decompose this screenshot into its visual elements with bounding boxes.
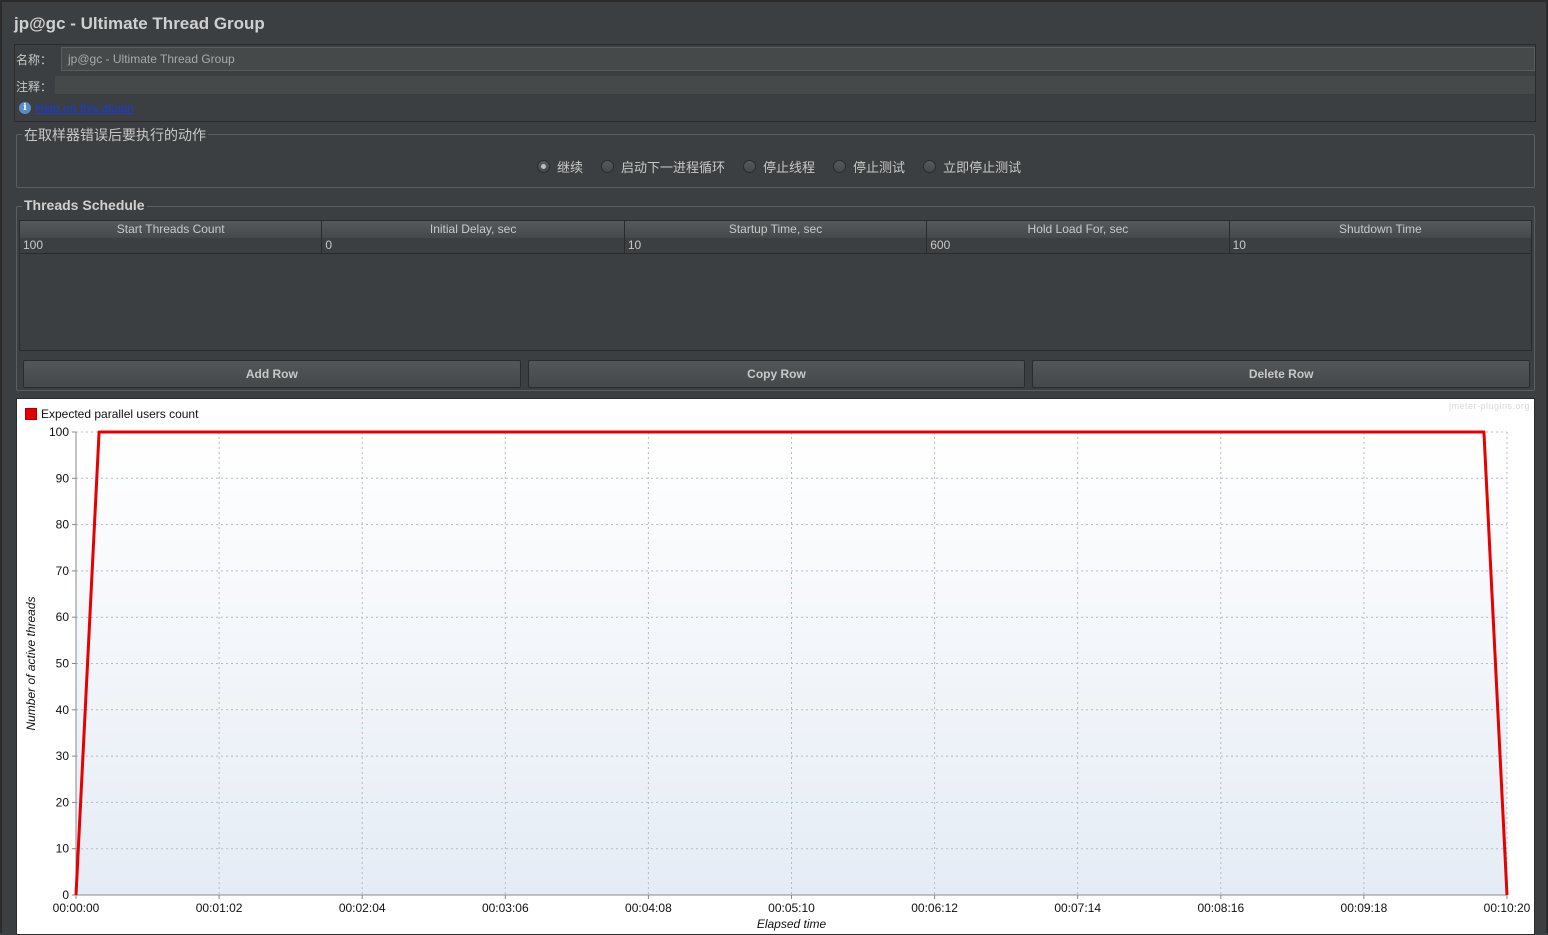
y-tick-label: 90 [56,471,70,485]
name-field[interactable]: jp@gc - Ultimate Thread Group [61,47,1535,71]
y-tick-label: 10 [56,842,70,856]
x-tick-label: 00:00:00 [53,901,100,915]
table-cell[interactable]: 10 [625,238,928,253]
y-tick-label: 60 [56,610,70,624]
radio-stop-test[interactable]: 停止测试 [833,157,905,176]
x-tick-label: 00:02:04 [339,901,386,915]
radio-label: 启动下一进程循环 [621,161,726,176]
radio-continue[interactable]: 继续 [537,157,583,176]
radio-button[interactable] [923,160,937,173]
info-icon: i [19,102,31,114]
legend-swatch [25,408,37,420]
help-link[interactable]: Help on this plugin [35,101,134,115]
x-tick-label: 00:10:20 [1484,901,1531,915]
comment-field[interactable] [55,76,1535,94]
page-title: jp@gc - Ultimate Thread Group [14,14,265,33]
threads-chart: 0 10 20 30 40 50 60 70 80 90 100 00:00:00 00:01:02 00… [16,398,1535,935]
y-tick-label: 20 [56,795,70,809]
x-tick-label: 00:01:02 [196,901,243,915]
table-cell[interactable]: 100 [20,238,323,253]
y-tick-label: 70 [56,564,70,578]
table-cell[interactable]: 10 [1230,238,1531,253]
comment-label: 注释： [16,80,53,94]
y-tick-label: 0 [62,888,69,902]
radio-stop-test-now[interactable]: 立即停止测试 [923,157,1021,176]
table-header: Start Threads Count Initial Delay, sec S… [20,221,1531,238]
y-axis-label: Number of active threads [24,596,38,730]
column-header[interactable]: Start Threads Count [20,221,323,238]
y-tick-label: 30 [56,749,70,763]
schedule-table: Start Threads Count Initial Delay, sec S… [19,220,1532,351]
x-tick-label: 00:04:08 [625,901,672,915]
y-tick-label: 40 [56,703,70,717]
radio-start-next-loop[interactable]: 启动下一进程循环 [601,157,725,176]
watermark: jmeter-plugins.org [1448,401,1530,411]
radio-button-selected[interactable] [537,160,550,173]
threads-schedule-group: Threads Schedule Start Threads Count Ini… [16,197,1535,391]
radio-stop-thread[interactable]: 停止线程 [743,157,815,176]
x-tick-label: 00:06:12 [911,901,958,915]
window-frame: jp@gc - Ultimate Thread Group 名称： jp@gc … [0,0,1548,935]
radio-label: 立即停止测试 [943,161,1022,176]
radio-label: 停止测试 [853,161,906,176]
table-row[interactable]: 100 0 10 600 10 [20,238,1531,254]
chart-legend: Expected parallel users count [25,407,198,421]
table-cell[interactable]: 600 [927,238,1230,253]
column-header[interactable]: Hold Load For, sec [927,221,1230,238]
y-tick-label: 80 [56,518,70,532]
legend-label: Expected parallel users count [41,407,199,421]
column-header[interactable]: Startup Time, sec [625,221,928,238]
y-tick-label: 100 [49,425,69,439]
error-action-radios: 继续 启动下一进程循环 停止线程 停止测试 立即停止测试 [537,157,1021,176]
radio-label: 继续 [557,161,584,176]
add-row-button[interactable]: Add Row [23,360,521,388]
column-header[interactable]: Shutdown Time [1230,221,1531,238]
x-tick-label: 00:05:10 [768,901,815,915]
sampler-error-action-group: 在取样器错误后要执行的动作 继续 启动下一进程循环 停止线程 停止测试 立即停止… [16,125,1535,188]
radio-button[interactable] [601,160,615,173]
x-tick-label: 00:03:06 [482,901,529,915]
x-tick-label: 00:08:16 [1197,901,1244,915]
table-cell[interactable]: 0 [322,238,625,253]
help-row: i Help on this plugin [19,101,134,115]
table-buttons: Add Row Copy Row Delete Row [23,360,1531,388]
radio-button[interactable] [833,160,847,173]
x-axis-label: Elapsed time [757,917,827,931]
column-header[interactable]: Initial Delay, sec [322,221,625,238]
error-action-legend: 在取样器错误后要执行的动作 [22,125,208,145]
threads-schedule-legend: Threads Schedule [22,197,147,213]
radio-label: 停止线程 [763,161,816,176]
name-comment-panel: 名称： jp@gc - Ultimate Thread Group 注释： i … [14,44,1536,122]
y-tick-label: 50 [56,657,70,671]
copy-row-button[interactable]: Copy Row [527,360,1026,388]
chart-canvas: 0 10 20 30 40 50 60 70 80 90 100 00:00:00 00:01:02 00… [24,425,1531,931]
name-label: 名称： [16,53,53,67]
radio-button[interactable] [743,160,757,173]
x-tick-label: 00:07:14 [1054,901,1101,915]
delete-row-button[interactable]: Delete Row [1032,360,1531,388]
x-tick-label: 00:09:18 [1341,901,1388,915]
